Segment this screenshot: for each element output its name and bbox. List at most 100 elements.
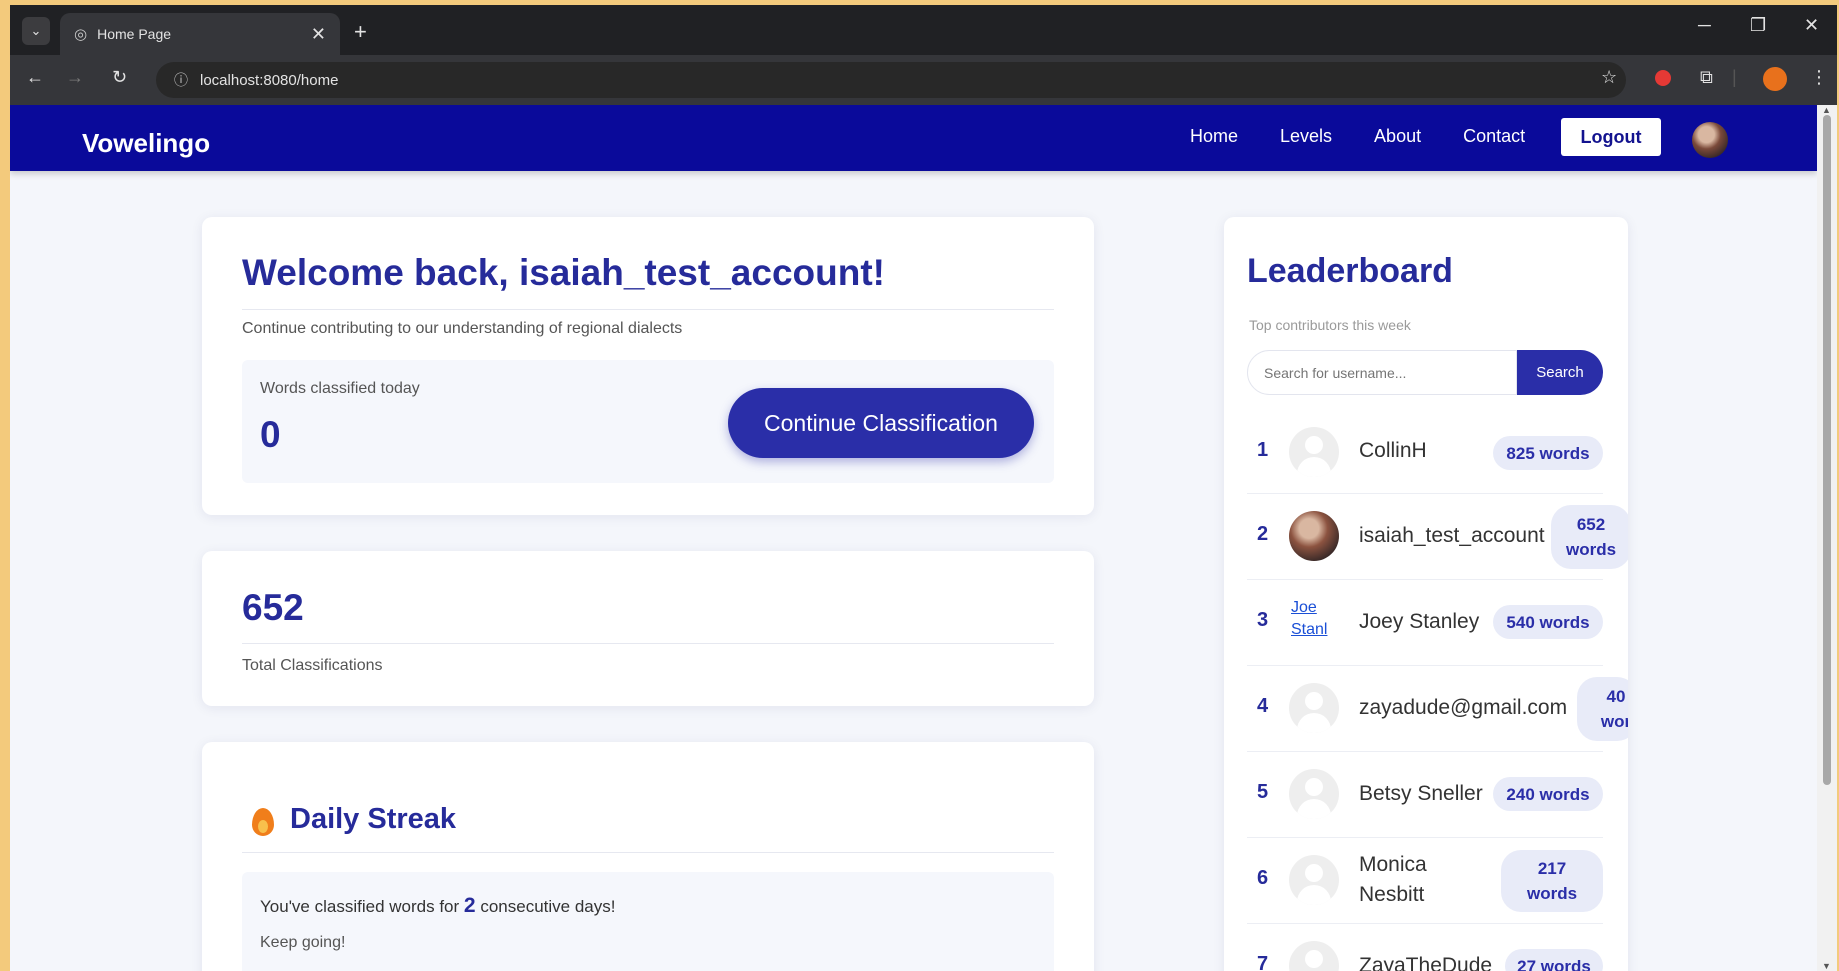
word-count-badge: 540 words: [1493, 605, 1603, 639]
leaderboard-username: ZayaTheDude: [1359, 954, 1493, 971]
leaderboard-subtitle: Top contributors this week: [1249, 317, 1411, 333]
toolbar-separator: |: [1732, 67, 1737, 87]
divider: [242, 852, 1054, 853]
scroll-up-icon[interactable]: ▲: [1822, 105, 1831, 115]
leaderboard-username: isaiah_test_account: [1359, 524, 1545, 547]
close-tab-icon[interactable]: ✕: [311, 24, 326, 45]
today-value: 0: [260, 414, 281, 455]
streak-panel: You've classified words for 2 consecutiv…: [242, 872, 1054, 971]
leaderboard-row[interactable]: 2 isaiah_test_account 652 words: [1247, 494, 1628, 580]
total-classifications-label: Total Classifications: [242, 657, 383, 674]
leaderboard-row[interactable]: 7 ZayaTheDude 27 words: [1247, 924, 1603, 971]
reload-icon[interactable]: ↻: [112, 67, 127, 88]
nav-links: Home Levels About Contact: [1190, 126, 1567, 147]
leaderboard-rank: 5: [1257, 781, 1269, 803]
nav-contact[interactable]: Contact: [1463, 126, 1525, 147]
leaderboard-row[interactable]: 1 CollinH 825 words: [1247, 412, 1603, 494]
site-info-icon[interactable]: ⓘ: [174, 70, 188, 90]
leaderboard-rank: 7: [1257, 953, 1269, 971]
logout-button[interactable]: Logout: [1561, 118, 1661, 156]
leaderboard-rank: 1: [1257, 439, 1269, 461]
browser-tab[interactable]: ◎ Home Page ✕: [60, 13, 340, 55]
search-button[interactable]: Search: [1517, 350, 1603, 395]
leaderboard-rank: 4: [1257, 695, 1269, 717]
browser-toolbar: ← → ↻ ⓘ localhost:8080/home ☆ ⧉ | ⋮: [10, 55, 1837, 105]
back-icon[interactable]: ←: [26, 67, 44, 88]
word-count-badge: 27 words: [1505, 949, 1603, 971]
streak-text-before: You've classified words for: [260, 897, 460, 916]
tab-title: Home Page: [97, 26, 172, 42]
default-avatar-icon: [1289, 941, 1339, 971]
word-count-badge: 825 words: [1493, 436, 1603, 470]
minimize-icon[interactable]: ─: [1698, 15, 1711, 36]
continue-classification-button[interactable]: Continue Classification: [728, 388, 1034, 458]
browser-profile-icon[interactable]: [1763, 67, 1787, 91]
welcome-title: Welcome back, isaiah_test_account!: [242, 252, 885, 293]
close-window-icon[interactable]: ✕: [1804, 15, 1819, 36]
divider: [242, 643, 1054, 644]
browser-window: ⌄ ◎ Home Page ✕ + ─ ❐ ✕ ← → ↻ ⓘ localhos…: [10, 5, 1837, 971]
default-avatar-icon: [1289, 683, 1339, 733]
leaderboard-row[interactable]: 5 Betsy Sneller 240 words: [1247, 752, 1603, 838]
word-count-badge: 240 words: [1493, 777, 1603, 811]
address-bar[interactable]: ⓘ localhost:8080/home: [156, 62, 1626, 98]
leaderboard-username: zayadude@gmail.com: [1359, 696, 1568, 719]
menu-kebab-icon[interactable]: ⋮: [1810, 67, 1828, 88]
leaderboard-row[interactable]: 6 Monica Nesbitt 217 words: [1247, 838, 1603, 924]
word-count-badge: 217 words: [1501, 850, 1603, 912]
leaderboard-rank: 3: [1257, 609, 1269, 631]
streak-text-after: consecutive days!: [480, 897, 616, 916]
default-avatar-icon: [1289, 855, 1339, 905]
leaderboard-rank: 2: [1257, 523, 1269, 545]
daily-streak-card: Daily Streak You've classified words for…: [202, 742, 1094, 971]
user-avatar[interactable]: [1692, 122, 1728, 158]
leaderboard-username: Betsy Sneller: [1359, 782, 1483, 805]
tab-search-icon[interactable]: ⌄: [22, 17, 50, 45]
default-avatar-icon: [1289, 769, 1339, 819]
welcome-subtitle: Continue contributing to our understandi…: [242, 320, 683, 337]
streak-encouragement: Keep going!: [260, 934, 346, 951]
broken-image-icon: Joe Stanl: [1289, 597, 1339, 647]
scroll-down-icon[interactable]: ▼: [1822, 961, 1831, 971]
leaderboard-username: Joey Stanley: [1359, 610, 1480, 633]
globe-icon: ◎: [74, 26, 88, 43]
today-panel: Words classified today 0 Continue Classi…: [242, 360, 1054, 483]
leaderboard-card: Leaderboard Top contributors this week S…: [1224, 217, 1628, 971]
total-classifications-card: 652 Total Classifications: [202, 551, 1094, 706]
leaderboard-row[interactable]: 4 zayadude@gmail.com 40 wor: [1247, 666, 1628, 752]
username-search-input[interactable]: [1247, 350, 1517, 395]
streak-message: You've classified words for 2 consecutiv…: [260, 894, 615, 918]
total-classifications-value: 652: [242, 587, 304, 628]
forward-icon[interactable]: →: [66, 67, 84, 88]
url-text: localhost:8080/home: [200, 71, 339, 89]
extensions-puzzle-icon[interactable]: ⧉: [1700, 67, 1713, 88]
leaderboard-rank: 6: [1257, 867, 1269, 889]
leaderboard-title: Leaderboard: [1247, 252, 1453, 290]
restore-icon[interactable]: ❐: [1750, 15, 1766, 36]
nav-about[interactable]: About: [1374, 126, 1421, 147]
streak-title: Daily Streak: [290, 803, 457, 835]
word-count-badge: 40 wor: [1577, 677, 1628, 741]
scrollbar-thumb[interactable]: [1823, 115, 1831, 785]
word-count-badge: 652 words: [1551, 505, 1628, 569]
bookmark-star-icon[interactable]: ☆: [1601, 67, 1617, 88]
page-scrollbar[interactable]: ▲ ▼: [1817, 105, 1837, 971]
nav-home[interactable]: Home: [1190, 126, 1238, 147]
new-tab-icon[interactable]: +: [354, 19, 367, 45]
extension-icon[interactable]: [1655, 70, 1671, 86]
user-photo-avatar: [1289, 511, 1339, 561]
nav-levels[interactable]: Levels: [1280, 126, 1332, 147]
leaderboard-username: Monica Nesbitt: [1359, 853, 1427, 906]
divider: [242, 309, 1054, 310]
leaderboard-row[interactable]: 3 Joe Stanl Joey Stanley 540 words: [1247, 580, 1603, 666]
leaderboard-username: CollinH: [1359, 439, 1427, 462]
brand-logo[interactable]: Vowelingo: [82, 128, 210, 159]
streak-days: 2: [463, 894, 476, 917]
welcome-card: Welcome back, isaiah_test_account! Conti…: [202, 217, 1094, 515]
default-avatar-icon: [1289, 427, 1339, 477]
flame-icon: [252, 808, 274, 836]
site-navbar: Vowelingo Home Levels About Contact Logo…: [10, 105, 1817, 171]
tab-strip: ⌄ ◎ Home Page ✕ + ─ ❐ ✕: [10, 5, 1837, 55]
page-viewport: Vowelingo Home Levels About Contact Logo…: [10, 105, 1817, 971]
today-label: Words classified today: [260, 380, 420, 397]
